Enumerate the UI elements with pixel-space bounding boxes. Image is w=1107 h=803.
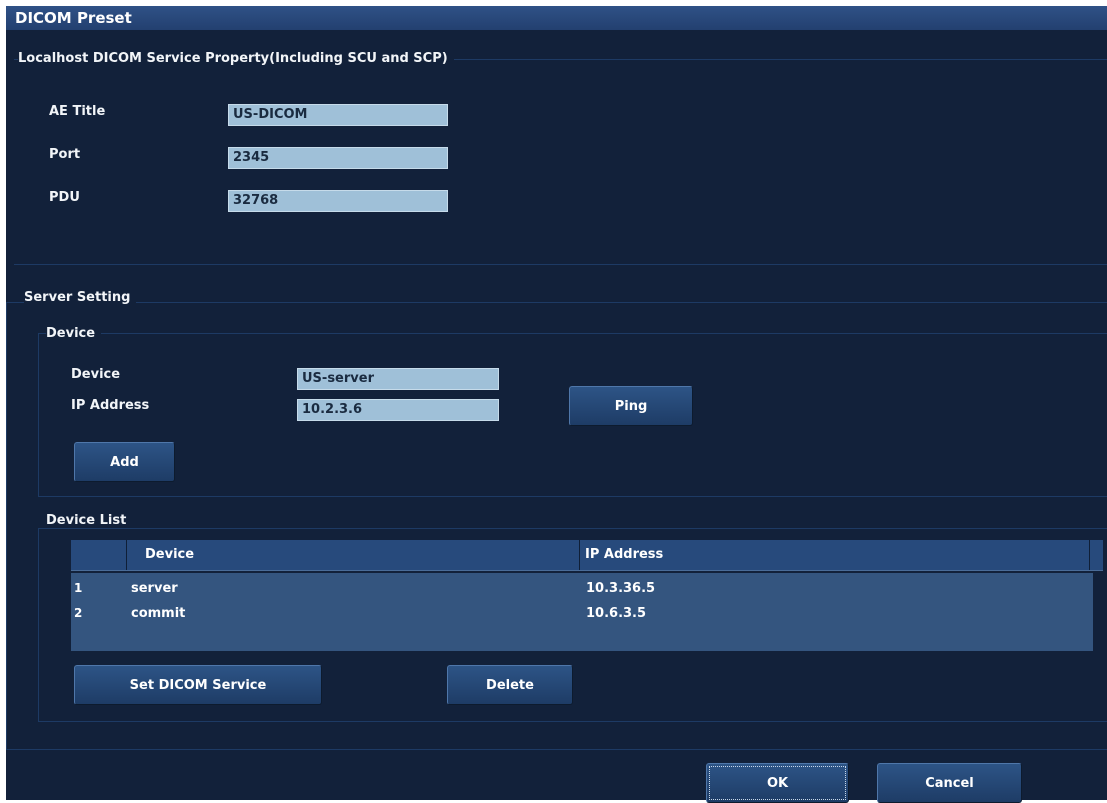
server-setting-group-label: Server Setting (24, 290, 137, 305)
port-input[interactable]: 2345 (228, 147, 448, 169)
dialog-title: DICOM Preset (15, 9, 132, 27)
set-dicom-service-button[interactable]: Set DICOM Service (74, 665, 322, 705)
delete-button[interactable]: Delete (447, 665, 573, 705)
device-input[interactable]: US-server (297, 368, 499, 390)
ping-button[interactable]: Ping (569, 386, 693, 426)
localhost-service-group (14, 59, 1107, 265)
ip-address-cell: 10.3.36.5 (586, 581, 656, 596)
device-label: Device (71, 367, 121, 382)
device-list-table-header: Device IP Address (71, 540, 1103, 571)
localhost-service-group-label: Localhost DICOM Service Property(Includi… (18, 51, 454, 66)
pdu-label: PDU (49, 190, 80, 205)
column-header-device[interactable]: Device (145, 547, 194, 562)
column-separator (579, 540, 580, 570)
ip-address-input[interactable]: 10.2.3.6 (297, 399, 499, 421)
device-group-label: Device (46, 326, 102, 341)
ok-button[interactable]: OK (706, 763, 849, 803)
table-row[interactable]: 2 commit 10.6.3.5 (71, 603, 1093, 625)
ip-address-label: IP Address (71, 398, 150, 413)
row-index: 1 (74, 581, 83, 595)
ip-address-cell: 10.6.3.5 (586, 606, 647, 621)
cancel-button[interactable]: Cancel (877, 763, 1022, 803)
column-header-ip-address[interactable]: IP Address (585, 547, 663, 562)
dicom-preset-dialog: DICOM Preset Localhost DICOM Service Pro… (6, 6, 1107, 803)
column-separator (1089, 540, 1090, 570)
device-list-group-label: Device List (46, 513, 133, 528)
ae-title-label: AE Title (49, 104, 106, 119)
pdu-input[interactable]: 32768 (228, 190, 448, 212)
table-row[interactable]: 1 server 10.3.36.5 (71, 578, 1093, 600)
title-bar: DICOM Preset (6, 6, 1107, 30)
device-cell: server (131, 581, 178, 596)
ae-title-input[interactable]: US-DICOM (228, 104, 448, 126)
column-separator (126, 540, 127, 570)
row-index: 2 (74, 606, 83, 620)
device-cell: commit (131, 606, 186, 621)
device-list-table[interactable]: 1 server 10.3.36.5 2 commit 10.6.3.5 (71, 573, 1093, 651)
port-label: Port (49, 147, 81, 162)
add-button[interactable]: Add (74, 442, 175, 482)
